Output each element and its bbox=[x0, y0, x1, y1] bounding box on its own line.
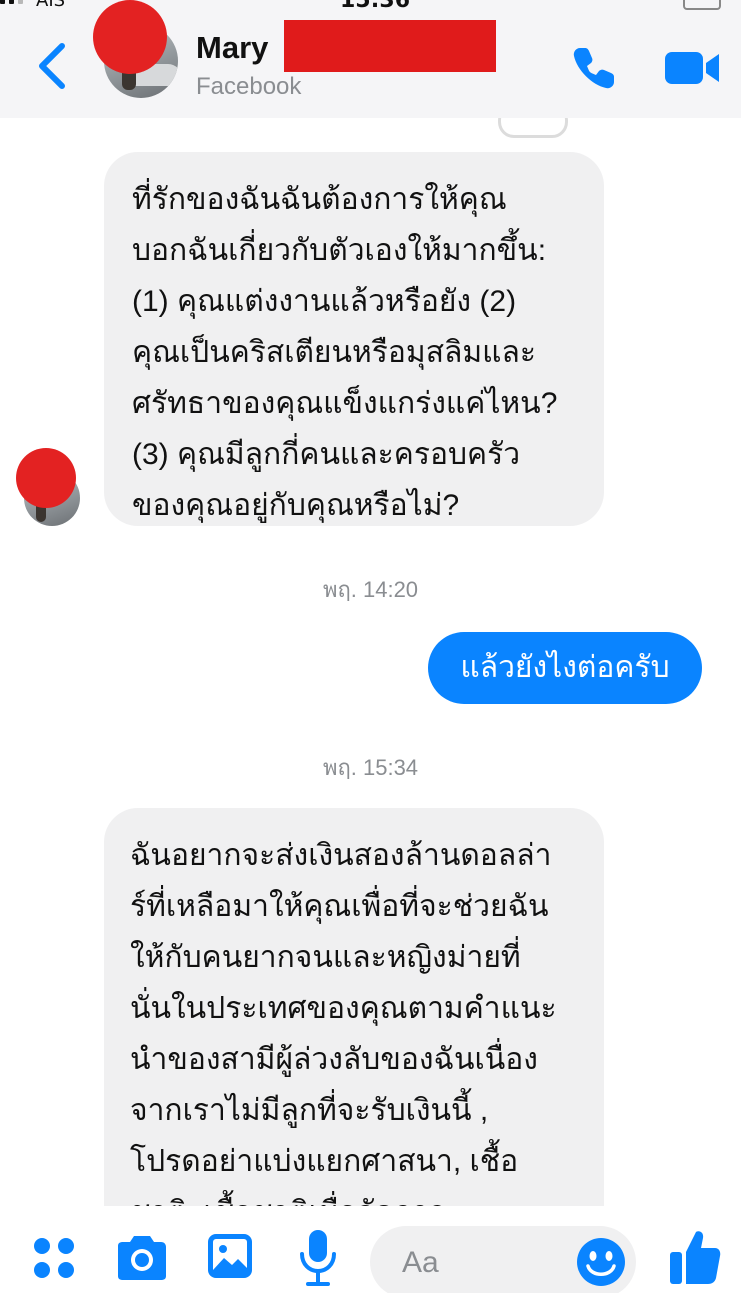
gallery-button[interactable] bbox=[206, 1232, 254, 1280]
emoji-button[interactable] bbox=[576, 1237, 626, 1287]
contact-name[interactable]: Mary bbox=[196, 30, 268, 66]
message-composer bbox=[0, 1206, 741, 1293]
redaction-mark bbox=[16, 448, 76, 508]
messenger-chat-screen: AIS 15:36 Mary Facebook ที่รักของฉันฉันต… bbox=[0, 0, 741, 1293]
message-bubble-incoming[interactable]: ฉันอยากจะส่งเงินสองล้านดอลล่า ร์ที่เหลือ… bbox=[104, 808, 604, 1228]
message-bubble-outgoing[interactable]: แล้วยังไงต่อครับ bbox=[428, 632, 702, 704]
contact-source: Facebook bbox=[196, 73, 302, 100]
carrier-label: AIS bbox=[36, 0, 66, 11]
message-timestamp: พฤ. 15:34 bbox=[322, 755, 419, 780]
message-input-container bbox=[370, 1226, 636, 1293]
more-actions-button[interactable] bbox=[32, 1236, 76, 1280]
message-timestamp: พฤ. 14:20 bbox=[322, 577, 419, 602]
like-button[interactable] bbox=[668, 1228, 722, 1286]
message-bubble-incoming[interactable]: ที่รักของฉันฉันต้องการให้คุณ บอกฉันเกี่ย… bbox=[104, 152, 604, 526]
status-bar: AIS 15:36 bbox=[0, 0, 741, 14]
voice-message-button[interactable] bbox=[298, 1228, 338, 1288]
voice-call-button[interactable] bbox=[570, 44, 618, 92]
message-input[interactable] bbox=[400, 1240, 584, 1286]
status-time: 15:36 bbox=[340, 0, 411, 13]
battery-icon bbox=[683, 0, 721, 10]
chevron-left-icon bbox=[39, 43, 65, 89]
video-camera-icon bbox=[665, 52, 719, 84]
back-button[interactable] bbox=[34, 40, 74, 92]
emoji-icon bbox=[577, 1238, 625, 1286]
camera-button[interactable] bbox=[114, 1234, 170, 1282]
redaction-bar bbox=[284, 20, 496, 72]
phone-icon bbox=[573, 48, 614, 89]
image-gallery-icon bbox=[208, 1234, 252, 1278]
video-call-button[interactable] bbox=[664, 48, 720, 88]
microphone-icon bbox=[300, 1230, 336, 1286]
signal-strength-icon bbox=[0, 0, 23, 4]
thumbs-up-icon bbox=[670, 1231, 721, 1284]
four-dots-menu-icon bbox=[34, 1238, 74, 1278]
camera-icon bbox=[118, 1236, 166, 1280]
chat-header: Mary Facebook bbox=[0, 0, 741, 118]
